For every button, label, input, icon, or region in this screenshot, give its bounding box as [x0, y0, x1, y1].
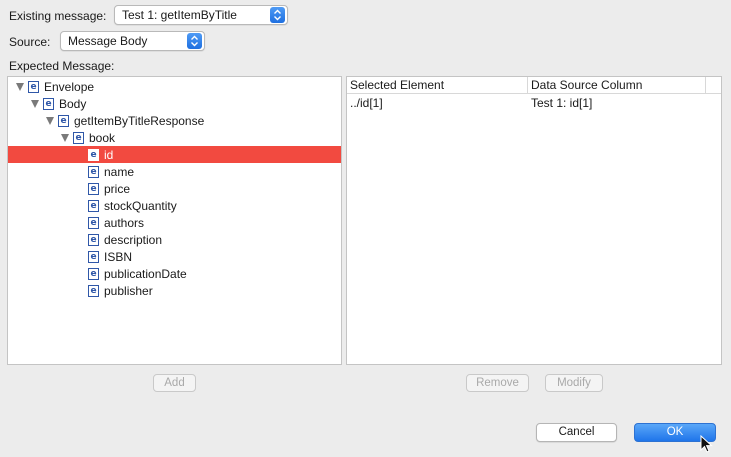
tree-node-label: description — [104, 232, 163, 247]
disclosure-triangle-icon[interactable] — [46, 116, 54, 125]
tree-node-label: price — [104, 181, 131, 196]
tree-node-label: publisher — [104, 283, 153, 298]
disclosure-triangle-icon[interactable] — [16, 82, 24, 91]
selected-element-cell: ../id[1] — [350, 96, 383, 110]
tree-node-label: publicationDate — [104, 266, 187, 281]
disclosure-triangle-icon[interactable] — [61, 133, 69, 142]
source-value: Message Body — [68, 34, 148, 48]
existing-message-label: Existing message: — [9, 9, 107, 23]
mouse-cursor-icon — [700, 435, 713, 453]
element-icon: e — [88, 148, 99, 161]
remove-button[interactable]: Remove — [466, 374, 529, 392]
cancel-button[interactable]: Cancel — [536, 423, 617, 442]
tree-node[interactable]: e publicationDate — [8, 265, 341, 282]
tree-node-label: name — [104, 164, 135, 179]
element-icon: e — [88, 267, 99, 280]
element-icon: e — [88, 284, 99, 297]
element-icon: e — [28, 80, 39, 93]
updown-chevron-icon — [270, 7, 285, 23]
tree-node[interactable]: e name — [8, 163, 341, 180]
mapping-table[interactable]: Selected Element Data Source Column ../i… — [346, 76, 722, 365]
element-icon: e — [88, 182, 99, 195]
element-icon: e — [43, 97, 54, 110]
updown-chevron-icon — [187, 33, 202, 49]
source-label: Source: — [9, 35, 51, 49]
tree-node-label: authors — [104, 215, 145, 230]
element-icon: e — [88, 250, 99, 263]
modify-button[interactable]: Modify — [545, 374, 603, 392]
tree-node-label: ISBN — [104, 249, 133, 264]
element-icon: e — [88, 233, 99, 246]
column-divider — [705, 77, 706, 94]
element-icon: e — [88, 216, 99, 229]
tree-node[interactable]: e getItemByTitleResponse — [8, 112, 341, 129]
tree-node[interactable]: e id — [8, 146, 341, 163]
data-source-column-cell: Test 1: id[1] — [531, 96, 593, 110]
tree-node[interactable]: e authors — [8, 214, 341, 231]
tree-node-label: Envelope — [44, 79, 95, 94]
tree-node[interactable]: e publisher — [8, 282, 341, 299]
tree-node[interactable]: e stockQuantity — [8, 197, 341, 214]
disclosure-triangle-icon[interactable] — [31, 99, 39, 108]
tree-node[interactable]: e price — [8, 180, 341, 197]
tree-node-label: book — [89, 130, 116, 145]
column-header-selected-element[interactable]: Selected Element — [347, 77, 527, 94]
message-tree[interactable]: e Envelope e Body e getItemByTitleResponse e bo… — [7, 76, 342, 365]
tree-node-label: stockQuantity — [104, 198, 177, 213]
existing-message-value: Test 1: getItemByTitle — [122, 8, 237, 22]
tree-node[interactable]: e Body — [8, 95, 341, 112]
add-button[interactable]: Add — [153, 374, 196, 392]
element-icon: e — [58, 114, 69, 127]
element-icon: e — [73, 131, 84, 144]
tree-node[interactable]: e Envelope — [8, 78, 341, 95]
element-icon: e — [88, 199, 99, 212]
tree-node-label: Body — [59, 96, 87, 111]
expected-message-label: Expected Message: — [9, 59, 115, 73]
tree-node[interactable]: e book — [8, 129, 341, 146]
column-header-data-source-column[interactable]: Data Source Column — [527, 77, 721, 94]
existing-message-select[interactable]: Test 1: getItemByTitle — [114, 5, 288, 25]
tree-node[interactable]: e description — [8, 231, 341, 248]
tree-node-label: id — [104, 147, 114, 162]
element-icon: e — [88, 165, 99, 178]
source-select[interactable]: Message Body — [60, 31, 205, 51]
table-row[interactable]: ../id[1] Test 1: id[1] — [347, 95, 721, 111]
tree-node[interactable]: e ISBN — [8, 248, 341, 265]
tree-node-label: getItemByTitleResponse — [74, 113, 205, 128]
